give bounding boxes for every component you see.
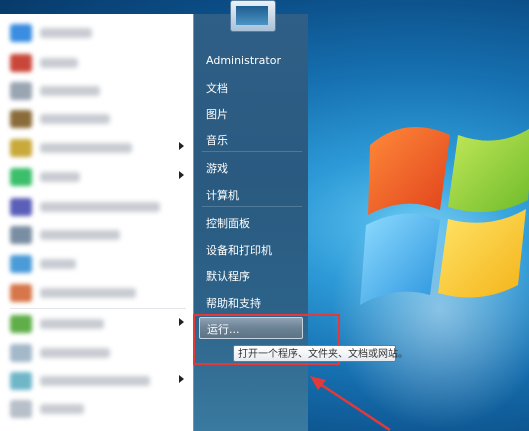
menu-item-devices-printers[interactable]: 设备和打印机 <box>206 242 272 258</box>
blurred-app-icon <box>10 24 32 42</box>
program-item[interactable] <box>8 166 188 188</box>
menu-item-control-panel[interactable]: 控制面板 <box>206 215 250 231</box>
blurred-app-label <box>40 86 100 96</box>
menu-item-default-programs[interactable]: 默认程序 <box>206 268 250 284</box>
blurred-app-label <box>40 202 160 212</box>
menu-item-help-support[interactable]: 帮助和支持 <box>206 295 261 311</box>
blurred-app-icon <box>10 168 32 186</box>
program-item[interactable] <box>8 370 188 392</box>
divider <box>10 308 186 309</box>
blurred-app-icon <box>10 139 32 157</box>
blurred-app-icon <box>10 226 32 244</box>
blurred-app-icon <box>10 400 32 418</box>
blurred-app-label <box>40 259 76 269</box>
blurred-app-label <box>40 404 84 414</box>
program-item[interactable] <box>8 313 188 335</box>
red-arrow-icon <box>310 376 391 431</box>
program-item[interactable] <box>8 137 188 159</box>
blurred-app-icon <box>10 82 32 100</box>
menu-item-computer[interactable]: 计算机 <box>206 187 239 203</box>
program-item[interactable] <box>8 80 188 102</box>
blurred-app-label <box>40 172 80 182</box>
program-item[interactable] <box>8 342 188 364</box>
program-item[interactable] <box>8 108 188 130</box>
blurred-app-icon <box>10 110 32 128</box>
blurred-app-icon <box>10 372 32 390</box>
blurred-app-label <box>40 230 120 240</box>
start-menu-programs-pane <box>0 14 194 431</box>
menu-item-pictures[interactable]: 图片 <box>206 106 228 122</box>
blurred-app-label <box>40 28 92 38</box>
run-tooltip: 打开一个程序、文件夹、文档或网站。 <box>233 345 408 362</box>
windows-logo <box>360 127 529 305</box>
blurred-app-label <box>40 319 104 329</box>
program-item[interactable] <box>8 224 188 246</box>
blurred-app-label <box>40 58 78 68</box>
blurred-app-icon <box>10 284 32 302</box>
blurred-app-icon <box>10 255 32 273</box>
program-item[interactable] <box>8 52 188 74</box>
blurred-app-label <box>40 143 132 153</box>
program-item[interactable] <box>8 398 188 420</box>
menu-item-music[interactable]: 音乐 <box>206 132 228 148</box>
avatar-picture <box>236 6 268 25</box>
blurred-app-icon <box>10 198 32 216</box>
program-item[interactable] <box>8 282 188 304</box>
submenu-arrow-icon <box>179 142 184 150</box>
blurred-app-label <box>40 348 110 358</box>
blurred-app-label <box>40 114 110 124</box>
program-item[interactable] <box>8 253 188 275</box>
blurred-app-icon <box>10 54 32 72</box>
submenu-arrow-icon <box>179 318 184 326</box>
submenu-arrow-icon <box>179 375 184 383</box>
menu-item-games[interactable]: 游戏 <box>206 160 228 176</box>
divider <box>202 206 302 207</box>
menu-item-documents[interactable]: 文档 <box>206 80 228 96</box>
blurred-app-label <box>40 288 136 298</box>
user-avatar[interactable] <box>230 0 276 32</box>
program-item[interactable] <box>8 22 188 44</box>
blurred-app-label <box>40 376 150 386</box>
menu-item-user[interactable]: Administrator <box>206 54 281 67</box>
blurred-app-icon <box>10 315 32 333</box>
program-item[interactable] <box>8 196 188 218</box>
submenu-arrow-icon <box>179 171 184 179</box>
divider <box>202 151 302 152</box>
blurred-app-icon <box>10 344 32 362</box>
